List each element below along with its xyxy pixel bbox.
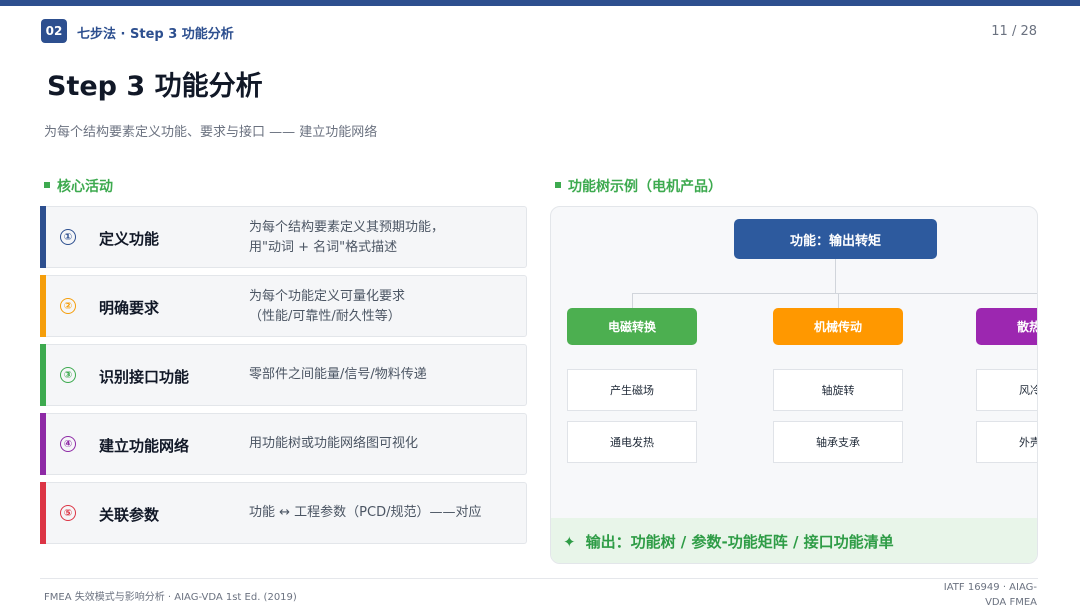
tree-branch-node: 机械传动 — [773, 308, 903, 345]
step-number: ① — [60, 229, 76, 245]
step-accent-bar — [40, 413, 46, 475]
footer-right-line: IATF 16949 · AIAG- — [943, 582, 1037, 593]
sparkle-icon: ✦ — [563, 532, 576, 551]
step-card: ⑤ 关联参数 功能 ↔ 工程参数（PCD/规范）——对应 — [40, 482, 527, 544]
footer-right: IATF 16949 · AIAG- VDA FMEA — [927, 580, 1037, 608]
step-label: 识别接口功能 — [99, 368, 190, 386]
step-description-line: 为每个结构要素定义其预期功能， — [249, 220, 445, 235]
footer-divider — [40, 578, 1038, 579]
step-accent-bar — [40, 344, 46, 406]
step-label: 明确要求 — [99, 299, 160, 317]
step-accent-bar — [40, 482, 46, 544]
tree-root-node: 功能：输出转矩 — [734, 219, 937, 259]
step-label: 建立功能网络 — [99, 437, 190, 455]
tree-leaf-node: 轴旋转 — [773, 369, 903, 411]
step-number: ③ — [60, 367, 76, 383]
step-number: ④ — [60, 436, 76, 452]
step-description-line: （性能/可靠性/耐久性等） — [249, 309, 401, 324]
tree-branch-node: 散热保护 — [976, 308, 1037, 345]
page-subtitle: 为每个结构要素定义功能、要求与接口 —— 建立功能网络 — [44, 125, 378, 140]
core-activities-label: 核心活动 — [57, 179, 113, 195]
footer-left: FMEA 失效模式与影响分析 · AIAG-VDA 1st Ed. (2019) — [44, 592, 297, 603]
page-number: 11 / 28 — [991, 24, 1037, 39]
tree-output-text: 输出：功能树 / 参数-功能矩阵 / 接口功能清单 — [585, 533, 894, 551]
top-accent-bar — [0, 0, 1080, 6]
tree-connector — [632, 293, 1037, 294]
tree-leaf-node: 产生磁场 — [567, 369, 697, 411]
tree-leaf-node: 通电发热 — [567, 421, 697, 463]
function-tree-label: 功能树示例（电机产品） — [568, 179, 722, 195]
step-number: ⑤ — [60, 505, 76, 521]
tree-leaf-node: 轴承支承 — [773, 421, 903, 463]
step-card: ② 明确要求 为每个功能定义可量化要求 （性能/可靠性/耐久性等） — [40, 275, 527, 337]
step-accent-bar — [40, 206, 46, 268]
step-description-line: 为每个功能定义可量化要求 — [249, 289, 406, 304]
tree-connector — [632, 293, 633, 308]
steps-list: ① 定义功能 为每个结构要素定义其预期功能， 用"动词 + 名词"格式描述 ② 明… — [40, 206, 527, 551]
tree-output-banner: ✦ 输出：功能树 / 参数-功能矩阵 / 接口功能清单 — [551, 518, 1037, 563]
tree-leaf-node: 外壳防护 — [976, 421, 1037, 463]
tree-leaf-node: 风冷散热 — [976, 369, 1037, 411]
step-accent-bar — [40, 275, 46, 337]
square-bullet-icon — [44, 182, 50, 188]
step-description: 零部件之间能量/信号/物料传递 — [249, 367, 427, 382]
function-tree-panel: 功能：输出转矩 电磁转换 机械传动 散热保护 产生磁场 通电发热 轴旋转 轴承支… — [550, 206, 1038, 564]
core-activities-heading: 核心活动 — [44, 176, 113, 196]
step-card: ① 定义功能 为每个结构要素定义其预期功能， 用"动词 + 名词"格式描述 — [40, 206, 527, 268]
square-bullet-icon — [555, 182, 561, 188]
tree-connector — [838, 293, 839, 308]
tree-branch-node: 电磁转换 — [567, 308, 697, 345]
section-title: 七步法 · Step 3 功能分析 — [77, 27, 234, 42]
step-card: ③ 识别接口功能 零部件之间能量/信号/物料传递 — [40, 344, 527, 406]
section-badge: 02 — [41, 19, 67, 43]
step-description: 为每个功能定义可量化要求 （性能/可靠性/耐久性等） — [249, 287, 405, 327]
step-label: 关联参数 — [99, 506, 160, 524]
step-card: ④ 建立功能网络 用功能树或功能网络图可视化 — [40, 413, 527, 475]
step-description: 用功能树或功能网络图可视化 — [249, 436, 419, 451]
tree-connector — [835, 259, 836, 293]
footer-right-line: VDA FMEA — [985, 597, 1037, 608]
page-title: Step 3 功能分析 — [47, 71, 263, 102]
step-description: 为每个结构要素定义其预期功能， 用"动词 + 名词"格式描述 — [249, 218, 444, 258]
step-description-line: 用"动词 + 名词"格式描述 — [249, 240, 398, 255]
step-label: 定义功能 — [99, 230, 160, 248]
step-number: ② — [60, 298, 76, 314]
step-description: 功能 ↔ 工程参数（PCD/规范）——对应 — [249, 505, 482, 520]
function-tree-heading: 功能树示例（电机产品） — [555, 176, 722, 196]
